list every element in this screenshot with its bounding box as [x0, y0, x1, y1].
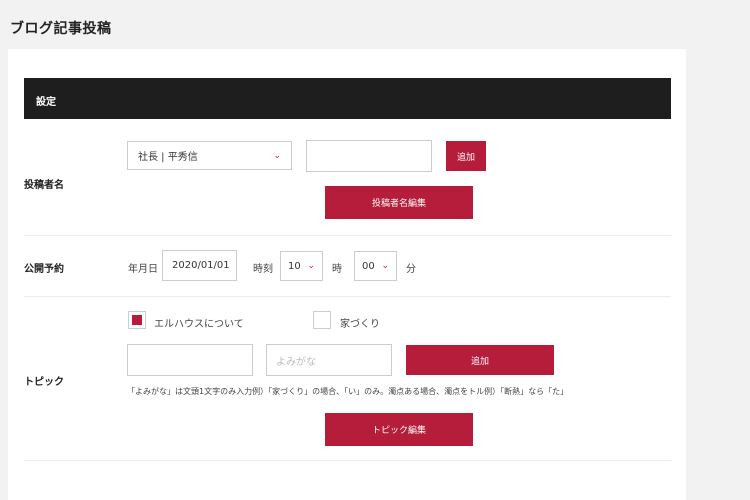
new-author-input[interactable]	[306, 140, 432, 172]
date-label: 年月日	[128, 264, 158, 275]
schedule-label: 公開予約	[24, 264, 64, 275]
minute-unit: 分	[406, 264, 416, 275]
divider	[24, 235, 671, 236]
topic-reading-input[interactable]: よみがな	[266, 344, 392, 376]
add-topic-button[interactable]: 追加	[406, 345, 554, 375]
author-label: 投稿者名	[24, 180, 64, 191]
chevron-down-icon: ⌄	[307, 261, 315, 271]
hour-value: 10	[288, 260, 301, 272]
chevron-down-icon: ⌄	[381, 261, 389, 271]
add-author-button[interactable]: 追加	[446, 141, 486, 171]
date-input[interactable]: 2020/01/01	[162, 250, 237, 281]
minute-value: 00	[362, 260, 375, 272]
topic-checkbox-iedukuri[interactable]	[313, 311, 331, 329]
settings-header: 設定	[24, 78, 671, 119]
edit-author-button[interactable]: 投稿者名編集	[325, 186, 473, 219]
topic-option-label: エルハウスについて	[154, 319, 244, 330]
topic-hint: 「よみがな」は文頭1文字のみ入力例）「家づくり」の場合、「い」のみ。濁点ある場合…	[127, 387, 569, 396]
topic-label: トピック	[24, 377, 64, 388]
minute-select[interactable]: 00 ⌄	[354, 251, 397, 281]
topic-option-label: 家づくり	[340, 319, 380, 330]
settings-card: 設定 投稿者名 社長 | 平秀信 ⌄ 追加 投稿者名編集 公開予約 年月日 20…	[8, 49, 686, 500]
page-title: ブログ記事投稿	[10, 21, 112, 37]
divider	[24, 296, 671, 297]
author-select-value: 社長 | 平秀信	[138, 152, 198, 163]
divider	[24, 460, 671, 461]
topic-checkbox-elhouse[interactable]	[128, 311, 146, 329]
topic-name-input[interactable]	[127, 344, 253, 376]
time-label: 時刻	[253, 264, 273, 275]
edit-topic-button[interactable]: トピック編集	[325, 413, 473, 446]
author-select[interactable]: 社長 | 平秀信 ⌄	[127, 141, 292, 170]
chevron-down-icon: ⌄	[273, 150, 281, 161]
hour-select[interactable]: 10 ⌄	[280, 251, 323, 281]
hour-unit: 時	[332, 264, 342, 275]
